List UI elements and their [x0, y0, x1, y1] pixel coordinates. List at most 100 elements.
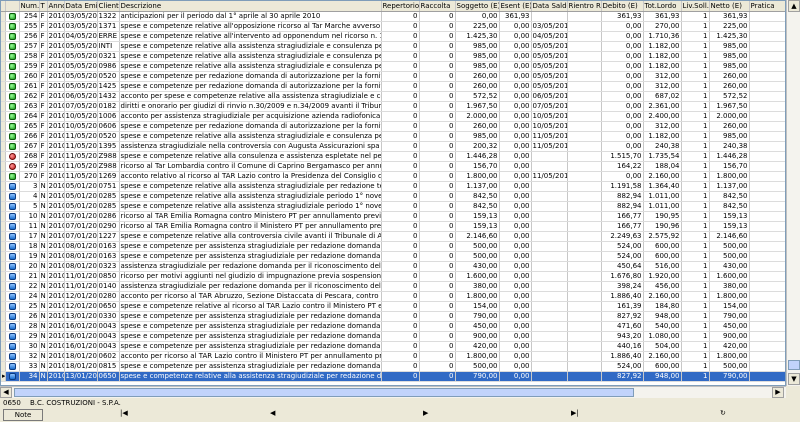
scroll-right-icon[interactable]: ▶	[772, 387, 784, 398]
cell-pratica	[749, 311, 785, 322]
cell-racc: 0	[419, 181, 456, 192]
column-header[interactable]: Descrizione	[119, 1, 382, 12]
column-header[interactable]: Debito (E)	[601, 1, 644, 12]
green-status-icon	[8, 172, 16, 180]
column-header[interactable]: Esent (E)	[499, 1, 532, 12]
column-header[interactable]: Repertorio	[381, 1, 420, 12]
cell-liv: 1	[681, 201, 710, 212]
cell-sogg: 1.446,28	[455, 151, 500, 162]
cell-debito: 2.249,63	[601, 231, 644, 242]
table-row[interactable]: 4N201005/01/20100285spese e competenze r…	[1, 191, 785, 202]
status-cell	[5, 31, 20, 42]
cell-rep: 0	[381, 241, 420, 252]
status-cell	[5, 191, 20, 202]
column-header[interactable]: T	[39, 1, 48, 12]
table-row[interactable]: 265F201010/05/20100606spese e competenze…	[1, 121, 785, 132]
vertical-scrollbar[interactable]: ▲ ▼	[786, 0, 800, 386]
cell-racc: 0	[419, 131, 456, 142]
table-row[interactable]: 264F201010/05/20101006acconto per assist…	[1, 111, 785, 122]
table-row[interactable]: 17N201007/01/20101227spese e competenze …	[1, 231, 785, 242]
table-row[interactable]: 19N201008/01/20100163spese e competenze …	[1, 251, 785, 262]
table-row[interactable]: 255F201003/05/20101371spese e competenze…	[1, 21, 785, 32]
header-row: Num.TAnnoData Emiss.ClienteDescrizioneRe…	[1, 1, 785, 12]
cell-pratica	[749, 361, 785, 372]
cell-liv: 1	[681, 251, 710, 262]
table-row[interactable]: 30N201016/01/20100043spese e competenze …	[1, 341, 785, 352]
column-header[interactable]: Data Saldo	[531, 1, 568, 12]
cell-sogg: 500,00	[455, 251, 500, 262]
cell-sogg: 260,00	[455, 81, 500, 92]
scroll-left-icon[interactable]: ◀	[0, 387, 12, 398]
cell-anno: 2010	[47, 161, 65, 172]
table-row[interactable]: 270F201011/05/20101269acconto relativo a…	[1, 171, 785, 182]
table-row[interactable]: 29N201016/01/20100043spese e competenze …	[1, 331, 785, 342]
blue-status-icon	[8, 322, 16, 330]
table-row[interactable]: 256F201004/05/2010ERREspese e competenze…	[1, 31, 785, 42]
refresh-icon[interactable]: ↻	[720, 409, 726, 417]
table-row[interactable]: 262F201006/05/20101432acconto per spese …	[1, 91, 785, 102]
table-row[interactable]: 10N201007/01/20100286ricorso al TAR Emil…	[1, 211, 785, 222]
table-row[interactable]: 32N201018/01/20100602acconto per ricorso…	[1, 351, 785, 362]
cell-esent: 0,00	[499, 121, 532, 132]
hscroll-thumb[interactable]	[14, 388, 634, 397]
invoice-grid[interactable]: Num.TAnnoData Emiss.ClienteDescrizioneRe…	[0, 0, 786, 386]
last-record-icon[interactable]: ▶|	[571, 409, 579, 417]
column-header[interactable]: Netto (E)	[709, 1, 750, 12]
cell-esent: 0,00	[499, 251, 532, 262]
table-row[interactable]: 33N201018/01/20100815spese e competenze …	[1, 361, 785, 372]
cell-sogg: 260,00	[455, 71, 500, 82]
table-row[interactable]: 263F201007/05/20100182diritti e onorario…	[1, 101, 785, 112]
table-row[interactable]: 261F201005/05/20101425spese e competenze…	[1, 81, 785, 92]
table-row[interactable]: 24N201012/01/20100280acconto per ricorso…	[1, 291, 785, 302]
cell-liv: 1	[681, 371, 710, 382]
cell-racc: 0	[419, 101, 456, 112]
table-row[interactable]: 26N201013/01/20100330spese e competenze …	[1, 311, 785, 322]
horizontal-scrollbar[interactable]: ◀ ▶	[0, 386, 786, 398]
column-header[interactable]: Data Emiss.	[64, 1, 98, 12]
table-row[interactable]: 259F201005/05/20100986spese e competenze…	[1, 61, 785, 72]
scroll-down-icon[interactable]: ▼	[788, 373, 800, 385]
cell-desc: spese e competenze per assistenza stragi…	[119, 361, 382, 372]
column-header[interactable]: Soggetto (E)	[455, 1, 500, 12]
column-header[interactable]: Liv.Soll.	[681, 1, 710, 12]
cell-num: 254	[19, 11, 40, 22]
table-row[interactable]: 11N201007/01/20100290ricorso al TAR Emil…	[1, 221, 785, 232]
table-row[interactable]: ▸ 34N201013/01/20100650spese e competenze…	[1, 371, 785, 382]
table-row[interactable]: 20N201008/01/20100323assistenza stragiud…	[1, 261, 785, 272]
cell-desc: assistenza stragiudiziale per redazione …	[119, 261, 382, 272]
cell-netto: 790,00	[709, 371, 750, 382]
table-row[interactable]: 22N201011/01/20100140assistenza stragiud…	[1, 281, 785, 292]
next-record-icon[interactable]: ▶	[423, 409, 428, 417]
table-row[interactable]: 269F201011/05/2010Z988ricorso al Tar Lom…	[1, 161, 785, 172]
table-row[interactable]: 28N201016/01/20100043spese e competenze …	[1, 321, 785, 332]
column-header[interactable]: Cliente	[97, 1, 120, 12]
table-row[interactable]: 18N201008/01/20100163spese e competenze …	[1, 241, 785, 252]
column-header[interactable]: Anno	[47, 1, 65, 12]
table-row[interactable]: 260F201005/05/20100520spese e competenze…	[1, 71, 785, 82]
scroll-up-icon[interactable]: ▲	[788, 0, 800, 12]
column-header[interactable]: Rientro Rit.	[567, 1, 602, 12]
column-header[interactable]: Num.	[19, 1, 40, 12]
cell-num: 265	[19, 121, 40, 132]
table-row[interactable]: 5N201005/01/20100285spese e competenze r…	[1, 201, 785, 212]
column-header[interactable]: Raccolta	[419, 1, 456, 12]
note-button[interactable]: Note	[3, 409, 43, 421]
column-header[interactable]: Tot.Lordo	[643, 1, 682, 12]
table-row[interactable]: 267F201011/05/20101395assistenza stragiu…	[1, 141, 785, 152]
prev-record-icon[interactable]: ◀	[270, 409, 275, 417]
table-row[interactable]: 21N201011/01/20100850ricorso per motivi …	[1, 271, 785, 282]
first-record-icon[interactable]: |◀	[120, 409, 128, 417]
column-header[interactable]	[5, 1, 20, 12]
cell-liv: 1	[681, 311, 710, 322]
column-header[interactable]: Pratica	[749, 1, 785, 12]
table-row[interactable]: 258F201005/05/20100321spese e competenze…	[1, 51, 785, 62]
table-row[interactable]: 254F201003/05/20101322anticipazioni per …	[1, 11, 785, 22]
table-row[interactable]: 25N201012/01/20100650spese e competenze …	[1, 301, 785, 312]
cell-t: F	[39, 51, 48, 62]
status-cell	[5, 271, 20, 282]
table-row[interactable]: 3N201005/01/20100751spese e competenze r…	[1, 181, 785, 192]
table-row[interactable]: 266F201011/05/20100520spese e competenze…	[1, 131, 785, 142]
table-row[interactable]: 268F201011/05/2010Z988spese e competenze…	[1, 151, 785, 162]
table-row[interactable]: 257F201005/05/2010INTIspese e competenze…	[1, 41, 785, 52]
scroll-thumb[interactable]	[788, 360, 800, 370]
